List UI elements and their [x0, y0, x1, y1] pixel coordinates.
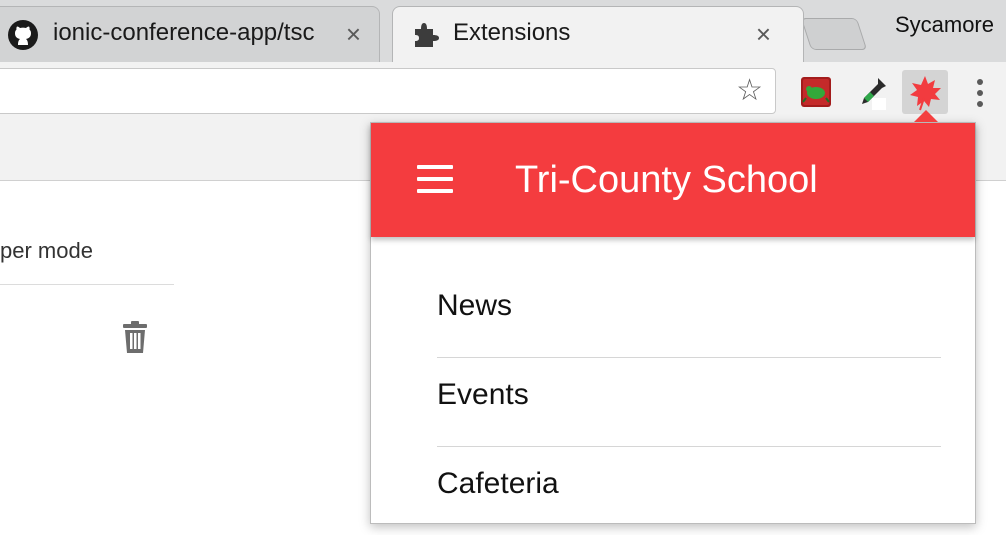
nav-item-events[interactable]: Events: [437, 358, 941, 447]
extension-popup: Tri-County School News Events Cafeteria: [370, 122, 976, 524]
profile-name[interactable]: Sycamore: [895, 12, 994, 38]
new-tab-button[interactable]: [800, 18, 868, 50]
tab-extensions[interactable]: Extensions ×: [392, 6, 804, 62]
popup-title: Tri-County School: [515, 159, 818, 201]
trash-icon[interactable]: [120, 320, 150, 354]
tab-ionic-conference-app[interactable]: ionic-conference-app/tsc ×: [0, 6, 380, 62]
tab-title: ionic-conference-app/tsc: [53, 19, 315, 46]
hamburger-menu-icon[interactable]: [415, 163, 455, 197]
close-tab-icon[interactable]: ×: [756, 21, 771, 47]
browser-menu-icon[interactable]: [974, 76, 986, 110]
eyedropper-icon[interactable]: [854, 74, 890, 110]
nav-item-news[interactable]: News: [437, 269, 941, 358]
nav-item-label: Events: [437, 378, 529, 411]
tri-county-extension-button[interactable]: [902, 70, 948, 114]
puzzle-piece-icon: [415, 23, 439, 47]
nav-item-label: Cafeteria: [437, 467, 559, 500]
bug-extension-icon[interactable]: [798, 74, 834, 110]
tab-strip: ionic-conference-app/tsc × Extensions × …: [0, 0, 1006, 62]
developer-mode-row[interactable]: per mode: [0, 234, 174, 285]
close-tab-icon[interactable]: ×: [346, 21, 361, 47]
red-leaf-icon: [910, 76, 941, 111]
tab-title: Extensions: [453, 19, 571, 46]
nav-item-cafeteria[interactable]: Cafeteria: [437, 447, 941, 535]
popup-caret: [914, 110, 938, 122]
github-icon: [8, 20, 38, 50]
developer-mode-label: per mode: [0, 238, 93, 263]
address-bar[interactable]: ☆: [0, 68, 776, 114]
popup-header: Tri-County School: [371, 123, 975, 237]
bookmark-star-icon[interactable]: ☆: [736, 75, 763, 107]
nav-item-label: News: [437, 289, 513, 322]
browser-toolbar: ☆: [0, 62, 1006, 125]
